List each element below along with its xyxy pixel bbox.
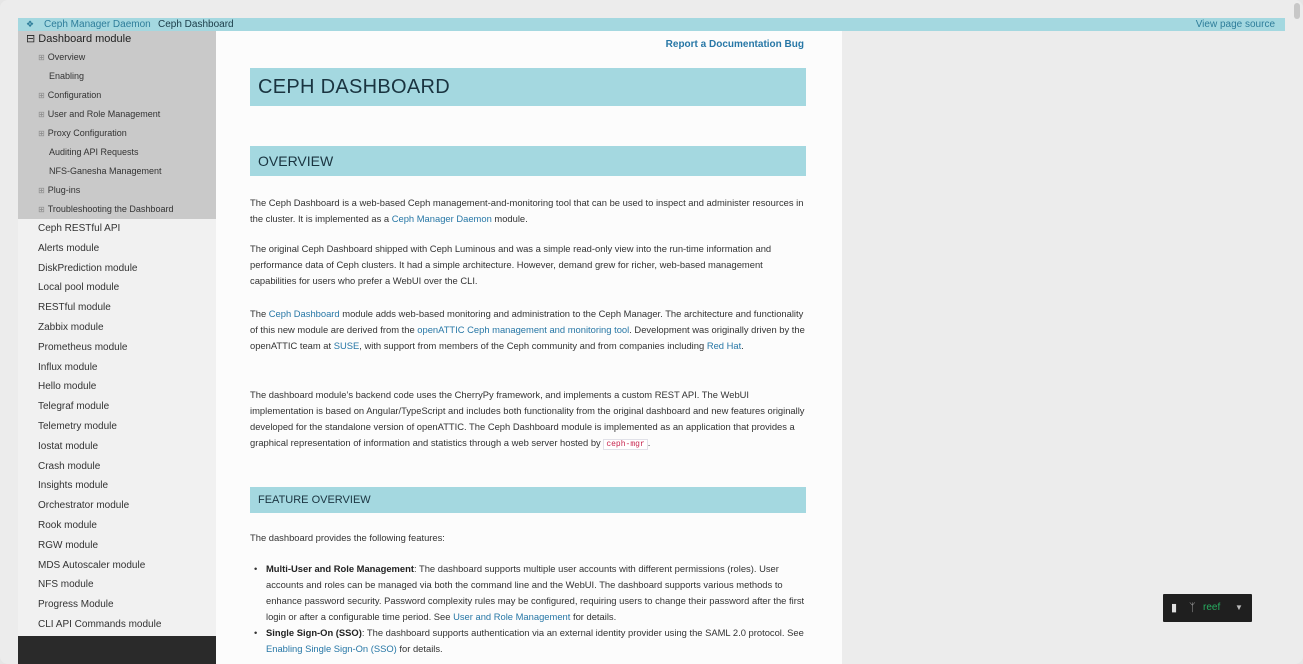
paragraph-features-intro: The dashboard provides the following fea… [250, 532, 445, 543]
sidebar-sub-item[interactable]: ⊞ Overview [18, 48, 216, 67]
text: : The dashboard supports authentication … [361, 627, 804, 638]
main-content: Report a Documentation Bug CEPH DASHBOAR… [216, 31, 842, 664]
book-icon: ▮ [1171, 602, 1178, 614]
sidebar-item-crash-module[interactable]: Crash module [18, 457, 216, 477]
text: The dashboard module’s backend code uses… [250, 389, 805, 448]
text: for details. [396, 643, 443, 654]
breadcrumb-ceph-manager-daemon[interactable]: Ceph Manager Daemon [44, 18, 151, 31]
sidebar-item-rgw-module[interactable]: RGW module [18, 536, 216, 556]
sidebar-sub-item[interactable]: ⊞ Proxy Configuration [18, 124, 216, 143]
link-ceph-dashboard[interactable]: Ceph Dashboard [269, 308, 340, 319]
right-margin-pane [842, 31, 1285, 664]
sidebar-item-iostat-module[interactable]: Iostat module [18, 437, 216, 457]
expand-icon[interactable]: ⊞ [38, 110, 45, 119]
link-openattic[interactable]: openATTIC Ceph management and monitoring… [417, 324, 629, 335]
caret-down-icon: ▼ [1235, 603, 1243, 612]
expand-icon[interactable]: ⊞ [38, 205, 45, 214]
sidebar-item-mds-autoscaler-module[interactable]: MDS Autoscaler module [18, 556, 216, 576]
feature-item: Single Sign-On (SSO): The dashboard supp… [250, 625, 806, 657]
link-suse[interactable]: SUSE [334, 340, 360, 351]
sidebar-sub-item[interactable]: ⊞ Configuration [18, 86, 216, 105]
window-frame: ❖ Ceph Manager Daemon Ceph Dashboard Vie… [0, 0, 1303, 664]
paragraph-backend: The dashboard module’s backend code uses… [250, 387, 806, 453]
text: . [647, 437, 651, 448]
sidebar-nav: ⊟ Dashboard module ⊞ Overview Enabling ⊞ C… [18, 31, 216, 636]
docs-app: ❖ Ceph Manager Daemon Ceph Dashboard Vie… [18, 18, 1285, 664]
sidebar-item-progress-module[interactable]: Progress Module [18, 595, 216, 615]
feature-list: Multi-User and Role Management : The dash… [250, 561, 806, 657]
text: for details. [570, 611, 617, 622]
sidebar-item-orchestrator-module[interactable]: Orchestrator module [18, 496, 216, 516]
feature-title: Multi-User and Role Management [266, 563, 414, 574]
link-user-role-management[interactable]: User and Role Management [453, 611, 570, 622]
feature-item: Multi-User and Role Management: The dash… [250, 561, 806, 625]
sidebar-item-prometheus-module[interactable]: Prometheus module [18, 338, 216, 358]
sidebar-sub-item-label: Configuration [47, 90, 102, 100]
feature-title: Single Sign-On (SSO) [266, 627, 362, 638]
sidebar-footer [18, 636, 216, 664]
home-icon[interactable]: ❖ [26, 18, 34, 31]
sidebar-item-local-pool-module[interactable]: Local pool module [18, 278, 216, 298]
sidebar-sub-item-label: User and Role Management [47, 109, 161, 119]
sidebar-sub-item[interactable]: ⊞ User and Role Management [18, 105, 216, 124]
sidebar-item-diskprediction-module[interactable]: DiskPrediction module [18, 259, 216, 279]
sidebar-item-rook-module[interactable]: Rook module [18, 516, 216, 536]
sidebar-sub-item-label: Plug-ins [47, 185, 81, 195]
paragraph-intro: The Ceph Dashboard is a web-based Ceph m… [250, 195, 806, 227]
sidebar-sub-item-label: Proxy Configuration [47, 128, 127, 138]
sidebar-sub-item-label: Troubleshooting the Dashboard [47, 204, 174, 214]
expand-icon[interactable]: ⊞ [38, 186, 45, 195]
sidebar-item-nfs-module[interactable]: NFS module [18, 575, 216, 595]
version-label: reef [1203, 602, 1221, 613]
inline-code: ceph-mgr [603, 439, 648, 450]
sidebar-item-telegraf-module[interactable]: Telegraf module [18, 397, 216, 417]
section-heading-overview: OVERVIEW [250, 146, 806, 176]
window-scrollbar[interactable] [1294, 3, 1300, 19]
sidebar-sub-item-label: NFS-Ganesha Management [49, 166, 162, 176]
text: , with support from members of the Ceph … [359, 340, 707, 351]
sidebar-item-zabbix-module[interactable]: Zabbix module [18, 318, 216, 338]
expand-icon[interactable]: ⊞ [38, 53, 45, 62]
sidebar-sub-item-label: Overview [47, 52, 86, 62]
link-ceph-manager-daemon[interactable]: Ceph Manager Daemon [392, 213, 492, 224]
sidebar-sub-item[interactable]: Auditing API Requests [18, 143, 216, 162]
paragraph-architecture: The Ceph Dashboard module adds web-based… [250, 306, 806, 354]
sidebar-sub-item[interactable]: NFS-Ganesha Management [18, 162, 216, 181]
breadcrumb-bar: ❖ Ceph Manager Daemon Ceph Dashboard Vie… [18, 18, 1285, 31]
text: . [741, 340, 744, 351]
sidebar-item-alerts-module[interactable]: Alerts module [18, 239, 216, 259]
breadcrumb-ceph-dashboard: Ceph Dashboard [158, 19, 234, 30]
sidebar-item-hello-module[interactable]: Hello module [18, 377, 216, 397]
link-red-hat[interactable]: Red Hat [707, 340, 741, 351]
version-selector[interactable]: ▮ ᛉ reef ▼ [1163, 594, 1252, 622]
sidebar-sub-item[interactable]: Enabling [18, 67, 216, 86]
report-doc-bug-link[interactable]: Report a Documentation Bug [666, 39, 804, 50]
sidebar-item-influx-module[interactable]: Influx module [18, 358, 216, 378]
sidebar-current-section[interactable]: ⊟ Dashboard module [18, 31, 216, 48]
text: module. [491, 213, 528, 224]
expand-icon[interactable]: ⊞ [38, 129, 45, 138]
sidebar-item-ceph-restful-api[interactable]: Ceph RESTful API [18, 219, 216, 239]
page-title: CEPH DASHBOARD [250, 68, 806, 106]
branch-icon: ᛉ [1189, 602, 1196, 614]
sidebar-sub-item-label: Enabling [49, 71, 85, 81]
sidebar-sub-item[interactable]: ⊞ Troubleshooting the Dashboard [18, 200, 216, 219]
text: The [250, 308, 269, 319]
view-page-source-link[interactable]: View page source [1196, 18, 1275, 31]
sidebar-sub-item-label: Auditing API Requests [49, 147, 139, 157]
section-heading-feature-overview: FEATURE OVERVIEW [250, 487, 806, 513]
sidebar-sub-item[interactable]: ⊞ Plug-ins [18, 181, 216, 200]
paragraph-history: The original Ceph Dashboard shipped with… [250, 243, 772, 286]
sidebar-item-cli-api-commands-module[interactable]: CLI API Commands module [18, 615, 216, 635]
sidebar-item-restful-module[interactable]: RESTful module [18, 298, 216, 318]
sidebar-item-insights-module[interactable]: Insights module [18, 476, 216, 496]
link-enabling-sso[interactable]: Enabling Single Sign-On (SSO) [266, 643, 397, 654]
expand-icon[interactable]: ⊞ [38, 91, 45, 100]
sidebar-item-telemetry-module[interactable]: Telemetry module [18, 417, 216, 437]
